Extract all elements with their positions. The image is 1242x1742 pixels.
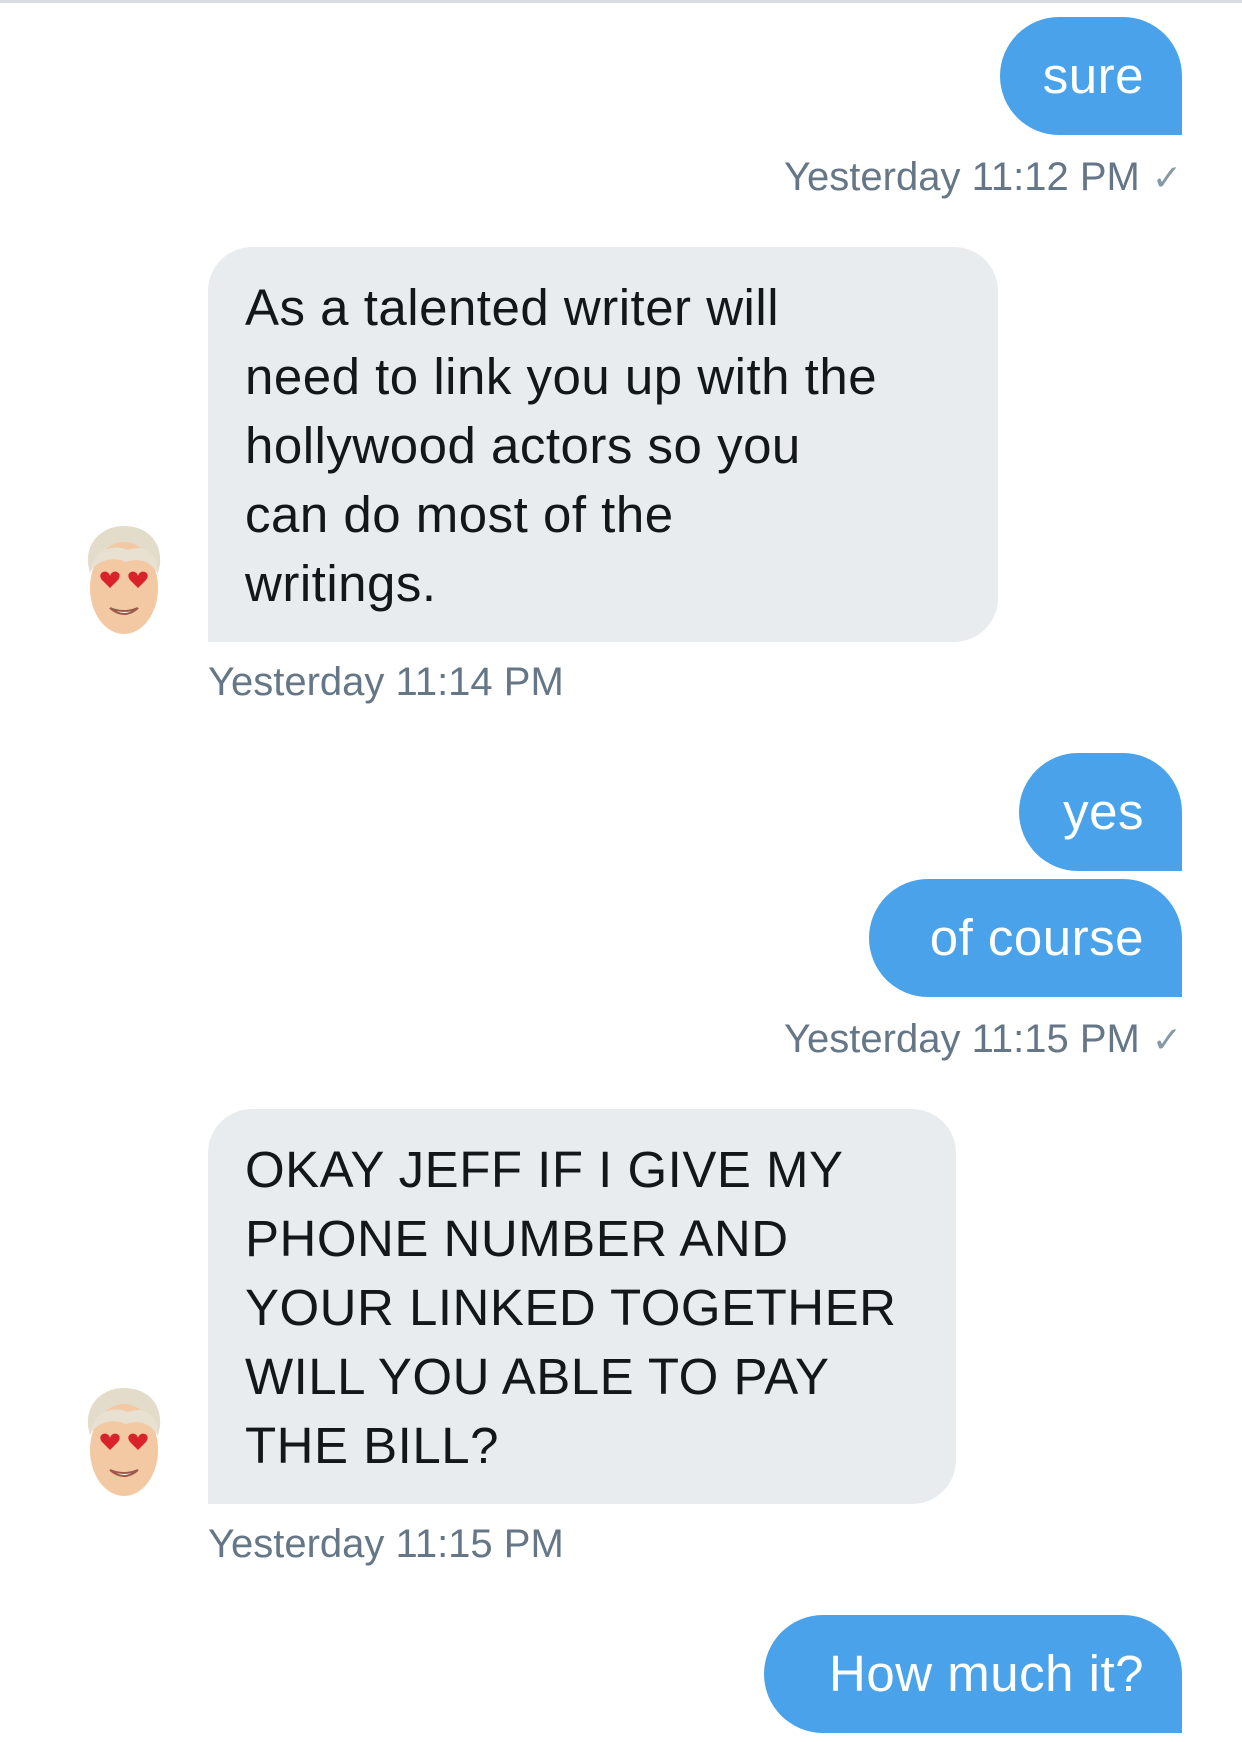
message-text: sure (1042, 47, 1144, 104)
message-timestamp: Yesterday 11:15 PM (208, 1522, 564, 1567)
message-line: writings. (245, 555, 437, 612)
message-timestamp: Yesterday 11:12 PM ✓ (784, 155, 1182, 200)
message-line: WILL YOU ABLE TO PAY (245, 1348, 830, 1405)
message-timestamp: Yesterday 11:15 PM ✓ (784, 1017, 1182, 1062)
top-divider (0, 0, 1242, 3)
avatar-icon[interactable] (80, 522, 166, 640)
outgoing-message[interactable]: How much it? (764, 1615, 1182, 1733)
message-text: How much it? (829, 1645, 1144, 1702)
message-text: yes (1063, 783, 1144, 840)
timestamp-text: Yesterday 11:14 PM (208, 660, 564, 704)
check-icon: ✓ (1151, 157, 1182, 198)
timestamp-text: Yesterday 11:15 PM (208, 1522, 564, 1566)
outgoing-message[interactable]: yes (1019, 753, 1182, 871)
timestamp-text: Yesterday 11:12 PM (784, 155, 1140, 199)
outgoing-message[interactable]: sure (1000, 17, 1182, 135)
incoming-message[interactable]: OKAY JEFF IF I GIVE MY PHONE NUMBER AND … (208, 1109, 956, 1504)
avatar-icon[interactable] (80, 1384, 166, 1502)
message-line: need to link you up with the (245, 348, 878, 405)
message-line: hollywood actors so you (245, 417, 801, 474)
message-line: YOUR LINKED TOGETHER (245, 1279, 897, 1336)
check-icon: ✓ (1151, 1019, 1182, 1060)
message-timestamp: Yesterday 11:14 PM (208, 660, 564, 705)
message-line: can do most of the (245, 486, 674, 543)
message-line: THE BILL? (245, 1417, 499, 1474)
message-text: of course (929, 909, 1144, 966)
incoming-message[interactable]: As a talented writer will need to link y… (208, 247, 998, 642)
outgoing-message[interactable]: of course (869, 879, 1182, 997)
timestamp-text: Yesterday 11:15 PM (784, 1017, 1140, 1061)
message-line: As a talented writer will (245, 279, 780, 336)
message-line: PHONE NUMBER AND (245, 1210, 789, 1267)
message-line: OKAY JEFF IF I GIVE MY (245, 1141, 844, 1198)
